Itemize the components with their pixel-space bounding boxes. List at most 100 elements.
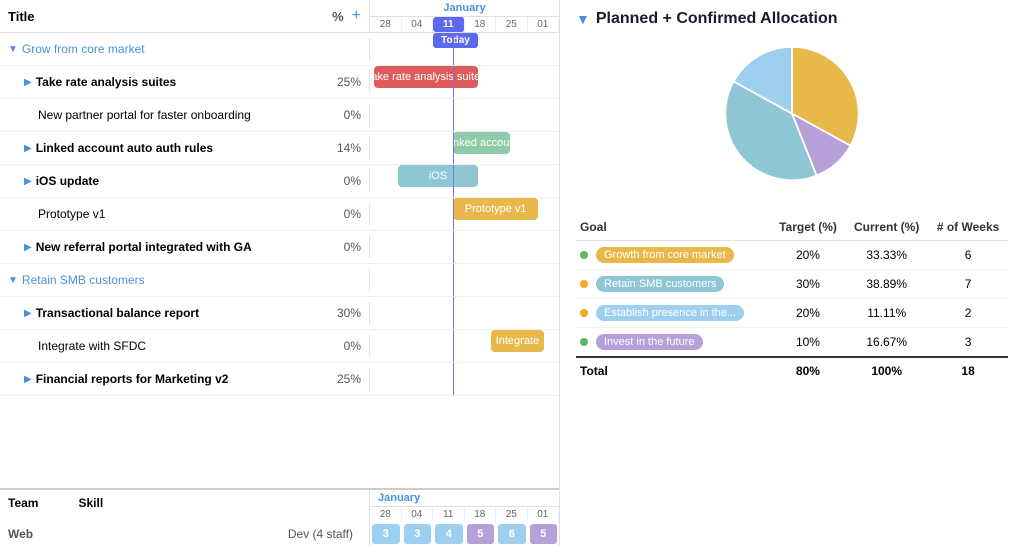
date-row: 280411182501 (370, 17, 559, 32)
goal-badge-0: Growth from core market (596, 247, 734, 263)
row-pct-prototype: 0% (326, 207, 361, 221)
row-title-retain-header: Retain SMB customers (22, 273, 361, 287)
footer-date-25: 25 (496, 507, 528, 522)
weeks-3: 3 (928, 328, 1008, 358)
footer-date-row: 280411182501 (370, 507, 559, 522)
row-pct-integrate-sfdc: 0% (326, 339, 361, 353)
footer-dates: January 280411182501 (370, 490, 559, 522)
header-date-11: 11 (433, 17, 465, 32)
chart-area-new-referral (370, 231, 559, 263)
skill-value: Dev (4 staff) (288, 527, 361, 541)
chart-area-financial-reports (370, 363, 559, 395)
title-cell-financial-reports: ▶ Financial reports for Marketing v225% (0, 368, 370, 390)
footer-data-area: 334565 (370, 522, 559, 546)
table-row: Establish presence in the...20%11.11%2 (576, 299, 1008, 328)
row-pct-financial-reports: 25% (326, 372, 361, 386)
gantt-row-integrate-sfdc: Integrate with SFDC0%Integrate (0, 330, 559, 363)
current-2: 11.11% (845, 299, 928, 328)
row-title-grow-header: Grow from core market (22, 42, 361, 56)
footer-month-row: January (370, 490, 559, 507)
chevron-take-rate[interactable]: ▶ (24, 77, 32, 88)
chevron-ios-update[interactable]: ▶ (24, 176, 32, 187)
gantt-row-linked-account: ▶Linked account auto auth rules14%Linked… (0, 132, 559, 165)
chart-area-grow-header (370, 33, 559, 65)
table-row: Invest in the future10%16.67%3 (576, 328, 1008, 358)
goal-cell-2: Establish presence in the... (576, 299, 771, 328)
pct-col-label: % (332, 9, 344, 24)
row-title-linked-account: Linked account auto auth rules (36, 141, 326, 155)
footer-num-2: 4 (435, 524, 463, 544)
weeks-0: 6 (928, 241, 1008, 270)
gantt-footer: Team Skill January 280411182501 Web Dev … (0, 488, 559, 546)
header-date-18: 18 (465, 17, 497, 32)
gantt-panel: Title % + January 280411182501 Today ▼Gr… (0, 0, 560, 546)
row-pct-ios-update: 0% (326, 174, 361, 188)
team-label: Team (8, 496, 38, 516)
chevron-retain-header[interactable]: ▼ (8, 275, 18, 286)
row-title-integrate-sfdc: Integrate with SFDC (38, 339, 326, 353)
footer-num-0: 3 (372, 524, 400, 544)
goal-badge-3: Invest in the future (596, 334, 703, 350)
chevron-new-referral[interactable]: ▶ (24, 242, 32, 253)
row-pct-take-rate: 25% (326, 75, 361, 89)
gantt-row-new-partner: New partner portal for faster onboarding… (0, 99, 559, 132)
title-cell-ios-update: ▶iOS update0% (0, 170, 370, 192)
footer-num-3: 5 (467, 524, 495, 544)
current-3: 16.67% (845, 328, 928, 358)
chart-area-retain-header (370, 264, 559, 296)
title-cell-grow-header: ▼ Grow from core market (0, 38, 370, 60)
row-title-new-partner: New partner portal for faster onboarding (38, 108, 326, 122)
header-date-01: 01 (528, 17, 560, 32)
chevron-transactional[interactable]: ▶ (24, 308, 32, 319)
header-date-28: 28 (370, 17, 402, 32)
title-cell-linked-account: ▶Linked account auto auth rules14% (0, 137, 370, 159)
chart-area-transactional (370, 297, 559, 329)
dates-header: January 280411182501 (370, 0, 559, 32)
chart-area-prototype: Prototype v1 (370, 198, 559, 230)
footer-num-1: 3 (404, 524, 432, 544)
row-pct-new-partner: 0% (326, 108, 361, 122)
chart-area-linked-account: Linked account (370, 132, 559, 164)
row-title-financial-reports: Financial reports for Marketing v2 (36, 372, 326, 386)
team-name: Web (8, 527, 33, 541)
total-weeks: 18 (928, 357, 1008, 384)
gantt-row-retain-header: ▼ Retain SMB customers (0, 264, 559, 297)
pie-container (576, 38, 1008, 198)
collapse-arrow[interactable]: ▼ (576, 11, 590, 27)
title-cell-integrate-sfdc: Integrate with SFDC0% (0, 335, 370, 357)
col-goal: Goal (576, 214, 771, 241)
header-date-25: 25 (496, 17, 528, 32)
current-1: 38.89% (845, 270, 928, 299)
chevron-financial-reports[interactable]: ▶ (24, 374, 32, 385)
footer-label-cell: Web Dev (4 staff) (0, 522, 370, 546)
title-cell-new-partner: New partner portal for faster onboarding… (0, 104, 370, 126)
current-0: 33.33% (845, 241, 928, 270)
chart-area-take-rate: Take rate analysis suites (370, 66, 559, 98)
row-title-transactional: Transactional balance report (36, 306, 326, 320)
total-label: Total (576, 357, 771, 384)
gantt-row-ios-update: ▶iOS update0%iOS (0, 165, 559, 198)
footer-date-01: 01 (528, 507, 560, 522)
footer-num-4: 6 (498, 524, 526, 544)
right-panel: ▼ Planned + Confirmed Allocation Goal Ta… (560, 0, 1024, 546)
gantt-header: Title % + January 280411182501 (0, 0, 559, 33)
chevron-grow-header[interactable]: ▼ (8, 44, 18, 55)
add-button[interactable]: + (352, 7, 361, 25)
target-1: 30% (771, 270, 845, 299)
bar-linked-account: Linked account (453, 132, 510, 154)
chart-area-integrate-sfdc: Integrate (370, 330, 559, 362)
target-0: 20% (771, 241, 845, 270)
title-cell-prototype: Prototype v10% (0, 203, 370, 225)
weeks-2: 2 (928, 299, 1008, 328)
chart-area-ios-update: iOS (370, 165, 559, 197)
gantt-body: ▼ Grow from core market ▶ Take rate analysi… (0, 33, 559, 488)
title-cell-transactional: ▶Transactional balance report30% (0, 302, 370, 324)
footer-num-5: 5 (530, 524, 558, 544)
chevron-linked-account[interactable]: ▶ (24, 143, 32, 154)
row-title-prototype: Prototype v1 (38, 207, 326, 221)
gantt-row-new-referral: ▶New referral portal integrated with GA0… (0, 231, 559, 264)
goal-cell-0: Growth from core market (576, 241, 771, 270)
total-current: 100% (845, 357, 928, 384)
month-row: January (370, 0, 559, 17)
gantt-row-prototype: Prototype v10%Prototype v1 (0, 198, 559, 231)
